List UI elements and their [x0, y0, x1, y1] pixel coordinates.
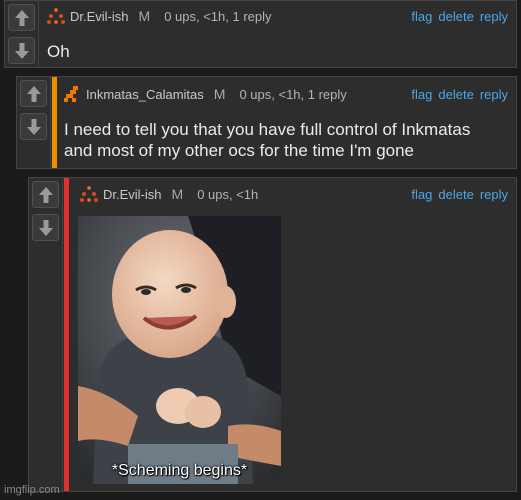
comment-text: Oh [47, 42, 70, 61]
imgflip-watermark: imgflip.com [4, 484, 60, 496]
arrow-down-icon [14, 42, 29, 59]
comment-stats: 0 ups, <1h, 1 reply [164, 8, 272, 24]
delete-link[interactable]: delete [438, 187, 473, 202]
comment-stats: 0 ups, <1h, 1 reply [239, 86, 347, 102]
upvote-button[interactable] [20, 80, 47, 107]
vote-column [17, 77, 51, 168]
triangle-dots-avatar[interactable] [47, 7, 65, 25]
comment-actions: flag delete reply [411, 87, 508, 102]
downvote-button[interactable] [8, 37, 35, 64]
arrow-up-icon [38, 186, 53, 203]
reply-link[interactable]: reply [480, 9, 508, 24]
comment-meta: Inkmatas_Calamitas M 0 ups, <1h, 1 reply [63, 85, 347, 103]
comment-image[interactable]: *Scheming begins* [78, 216, 281, 484]
reply-link[interactable]: reply [480, 187, 508, 202]
delete-link[interactable]: delete [438, 87, 473, 102]
downvote-button[interactable] [32, 214, 59, 241]
arrow-up-icon [14, 9, 29, 26]
arrow-down-icon [26, 118, 41, 135]
reply-thread-stripe [52, 77, 57, 168]
comment-text: I need to tell you that you have full co… [64, 119, 470, 161]
image-caption: *Scheming begins* [111, 462, 248, 479]
orange-pixel-avatar[interactable] [63, 85, 81, 103]
upvote-button[interactable] [32, 181, 59, 208]
reply-thread-stripe [64, 178, 69, 491]
gender-label: M [213, 86, 226, 102]
flag-link[interactable]: flag [411, 9, 432, 24]
baby-photo [78, 216, 281, 484]
comment-meta: Dr.Evil-ish M 0 ups, <1h [80, 185, 258, 203]
downvote-button[interactable] [20, 113, 47, 140]
arrow-up-icon [26, 85, 41, 102]
delete-link[interactable]: delete [438, 9, 473, 24]
username-link[interactable]: Inkmatas_Calamitas [86, 87, 204, 102]
vote-column [29, 178, 63, 491]
arrow-down-icon [38, 219, 53, 236]
comment-meta: Dr.Evil-ish M 0 ups, <1h, 1 reply [47, 7, 272, 25]
comment-1: Dr.Evil-ish M 0 ups, <1h, 1 reply flag d… [4, 0, 517, 68]
comment-actions: flag delete reply [411, 187, 508, 202]
comment-text-line: I need to tell you that you have full co… [64, 120, 471, 139]
comment-2: Inkmatas_Calamitas M 0 ups, <1h, 1 reply… [16, 76, 517, 169]
comment-text-line: and most of my other ocs for the time I'… [64, 141, 415, 160]
username-link[interactable]: Dr.Evil-ish [70, 9, 129, 24]
comment-stats: 0 ups, <1h [197, 186, 259, 202]
username-link[interactable]: Dr.Evil-ish [103, 187, 162, 202]
flag-link[interactable]: flag [411, 187, 432, 202]
reply-link[interactable]: reply [480, 87, 508, 102]
upvote-button[interactable] [8, 4, 35, 31]
flag-link[interactable]: flag [411, 87, 432, 102]
vote-column [5, 1, 39, 67]
triangle-dots-avatar[interactable] [80, 185, 98, 203]
comment-actions: flag delete reply [411, 9, 508, 24]
gender-label: M [171, 186, 184, 202]
gender-label: M [138, 8, 151, 24]
